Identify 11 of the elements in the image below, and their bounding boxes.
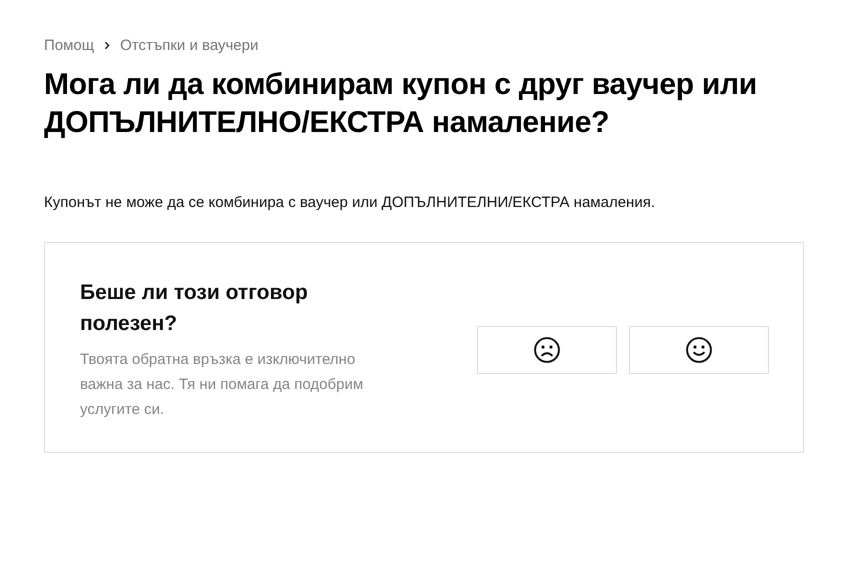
feedback-question: Беше ли този отговор полезен? bbox=[80, 280, 309, 337]
sad-face-icon bbox=[534, 336, 560, 362]
feedback-description: Твоята обратна връзка е изключително важна за нас. Тя ни помага да подобрим услугите си. bbox=[80, 350, 364, 420]
helpful-button[interactable] bbox=[629, 326, 769, 374]
article-title: Мога ли да комбинирам купон с друг ваучер или ДОПЪЛНИТЕЛНО/ЕКСТРА намаление? bbox=[44, 67, 758, 141]
chevron-icon bbox=[103, 41, 112, 50]
smiley-face-icon bbox=[686, 336, 712, 362]
breadcrumb-link[interactable]: Помощ bbox=[44, 37, 94, 54]
not-helpful-button[interactable] bbox=[477, 326, 617, 374]
answer-text: Купонът не може да се комбинира с ваучер или ДОПЪЛНИТЕЛНИ/ЕКСТРА намаления. bbox=[44, 194, 656, 211]
breadcrumb-link[interactable]: Отстъпки и ваучери bbox=[120, 37, 258, 54]
